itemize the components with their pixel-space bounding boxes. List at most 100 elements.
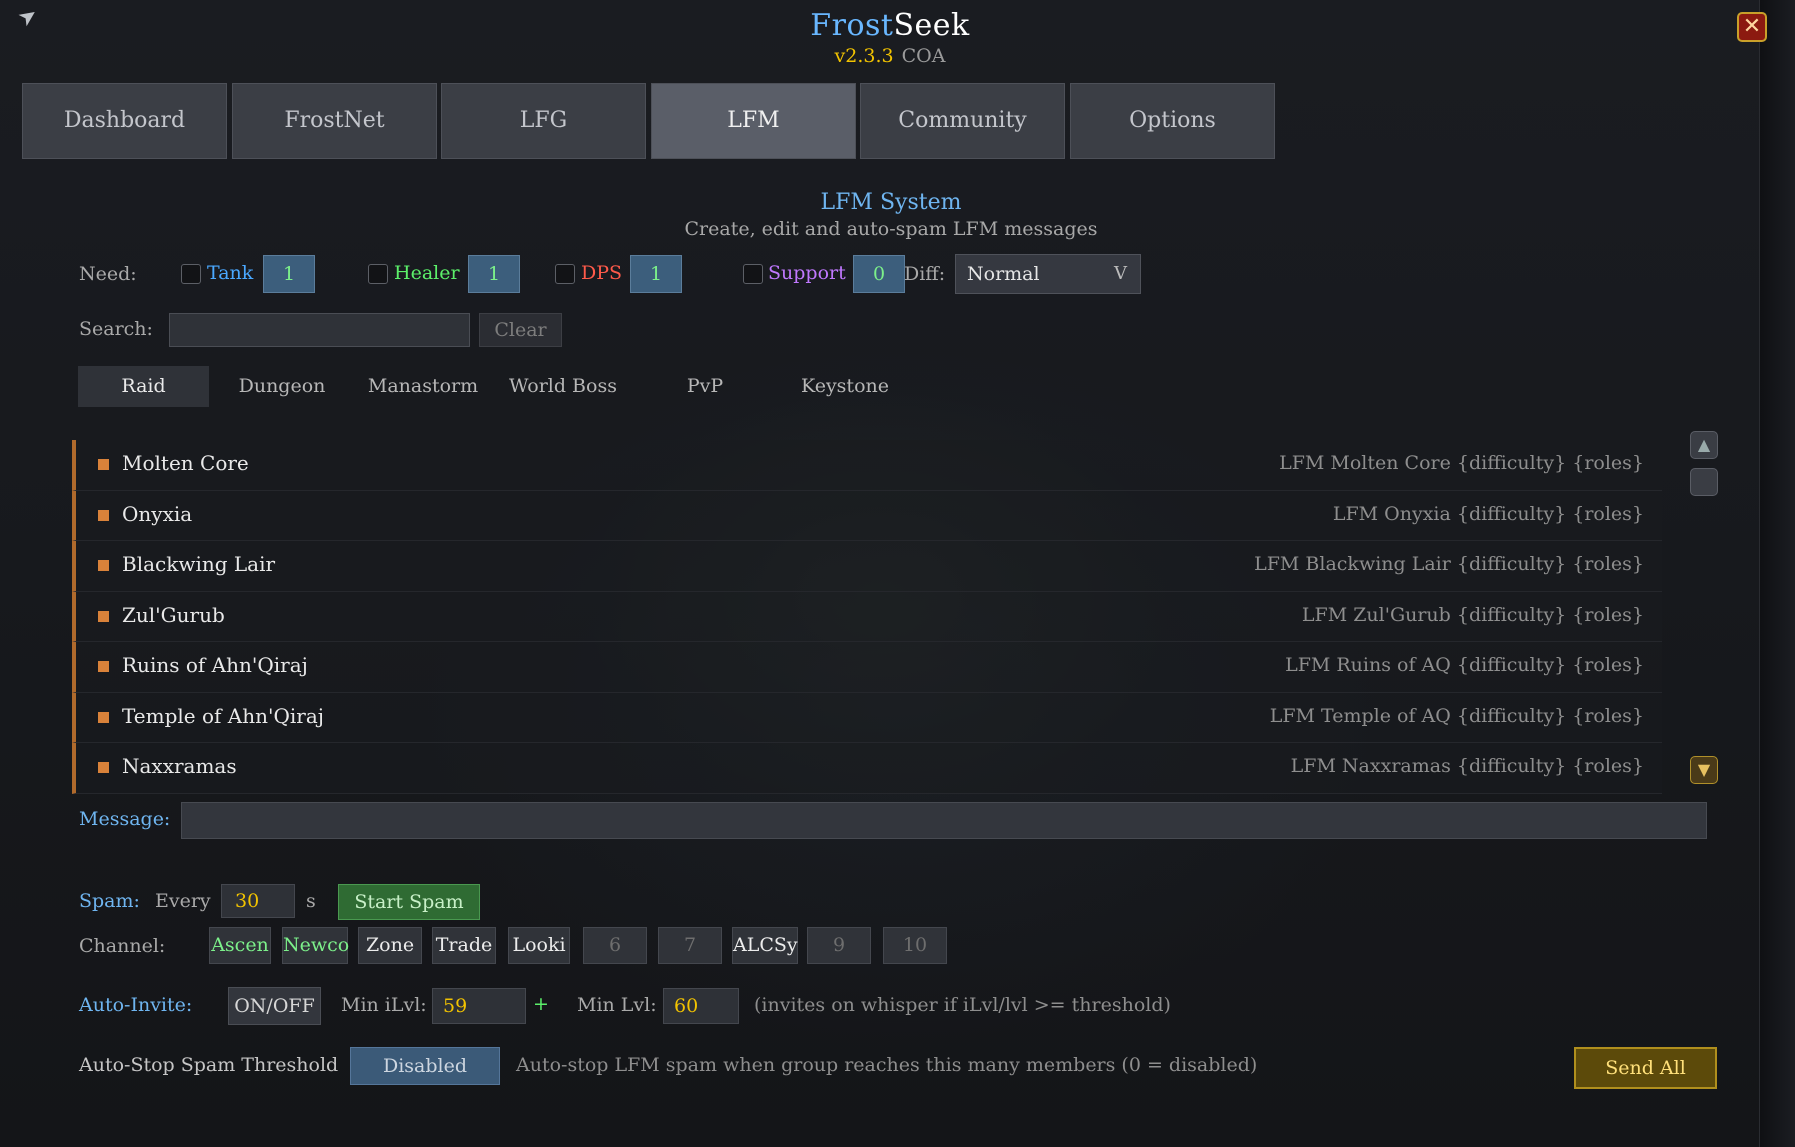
list-item[interactable]: Blackwing Lair LFM Blackwing Lair {diffi…: [72, 541, 1662, 592]
support-label: Support: [768, 262, 846, 284]
channel-toggle-4[interactable]: Trade: [432, 927, 496, 964]
plus-icon: +: [533, 993, 549, 1015]
list-item[interactable]: Onyxia LFM Onyxia {difficulty} {roles}: [72, 490, 1662, 541]
bullet-icon: [98, 610, 109, 622]
tab-options[interactable]: Options: [1070, 83, 1275, 159]
raid-template: LFM Ruins of AQ {difficulty} {roles}: [1285, 654, 1644, 676]
dps-count-input[interactable]: 1: [630, 255, 682, 293]
bullet-icon: [98, 711, 109, 723]
list-item[interactable]: Zul'Gurub LFM Zul'Gurub {difficulty} {ro…: [72, 591, 1662, 642]
list-item[interactable]: Ruins of Ahn'Qiraj LFM Ruins of AQ {diff…: [72, 642, 1662, 693]
right-edge-frame: [1759, 0, 1795, 1147]
channel-toggle-9[interactable]: 9: [807, 927, 871, 964]
channel-toggle-8[interactable]: ALCSy: [732, 927, 798, 964]
list-item[interactable]: Temple of Ahn'Qiraj LFM Temple of AQ {di…: [72, 692, 1662, 743]
raid-name: Molten Core: [122, 451, 249, 475]
message-input[interactable]: [181, 802, 1707, 839]
list-item[interactable]: Molten Core LFM Molten Core {difficulty}…: [72, 440, 1662, 491]
raid-name: Onyxia: [122, 501, 193, 526]
spam-interval-input[interactable]: 30: [221, 884, 295, 918]
dps-checkbox[interactable]: [555, 264, 575, 284]
support-count-input[interactable]: 0: [853, 255, 905, 293]
category-tab-keystone[interactable]: Keystone: [780, 366, 910, 407]
min-ilvl-input[interactable]: 59: [432, 988, 526, 1024]
version-text: v2.3.3: [834, 45, 894, 67]
raid-template: LFM Temple of AQ {difficulty} {roles}: [1269, 704, 1644, 727]
need-label: Need:: [79, 263, 137, 285]
raid-template: LFM Zul'Gurub {difficulty} {roles}: [1301, 603, 1644, 626]
frostseek-window: ➤ FrostSeek v2.3.3 COA ✕ Dashboard FrostN…: [0, 0, 1767, 1147]
realm-text: COA: [901, 45, 946, 67]
tab-community[interactable]: Community: [860, 83, 1065, 159]
scrollbar-thumb[interactable]: [1690, 468, 1718, 496]
spam-label: Spam:: [79, 890, 140, 912]
scroll-up-icon[interactable]: ▲: [1690, 431, 1718, 459]
raid-name: Temple of Ahn'Qiraj: [122, 703, 324, 728]
channel-toggle-10[interactable]: 10: [883, 927, 947, 964]
seconds-unit: s: [306, 890, 316, 912]
tank-label: Tank: [207, 262, 254, 284]
bullet-icon: [98, 762, 109, 773]
raid-name: Blackwing Lair: [122, 552, 276, 576]
healer-label: Healer: [394, 262, 460, 284]
raid-name: Naxxramas: [122, 754, 237, 778]
bullet-icon: [98, 661, 109, 672]
close-button[interactable]: ✕: [1737, 12, 1767, 42]
tab-lfg[interactable]: LFG: [441, 83, 646, 159]
channel-toggle-6[interactable]: 6: [583, 927, 647, 964]
start-spam-button[interactable]: Start Spam: [338, 884, 480, 920]
raid-name: Ruins of Ahn'Qiraj: [122, 653, 308, 677]
search-label: Search:: [79, 318, 153, 340]
scroll-down-icon[interactable]: ▼: [1690, 756, 1718, 784]
tank-count-input[interactable]: 1: [263, 255, 315, 293]
raid-template: LFM Naxxramas {difficulty} {roles}: [1290, 755, 1644, 777]
close-icon: ✕: [1742, 14, 1762, 39]
title-seek: Seek: [893, 8, 970, 43]
auto-invite-toggle[interactable]: ON/OFF: [228, 987, 321, 1025]
auto-invite-hint: (invites on whisper if iLvl/lvl >= thres…: [754, 994, 1171, 1016]
bullet-icon: [98, 509, 109, 521]
section-title: LFM System: [820, 190, 962, 215]
raid-name: Zul'Gurub: [122, 602, 225, 627]
send-all-button[interactable]: Send All: [1574, 1047, 1717, 1089]
message-label: Message:: [79, 808, 171, 830]
channel-toggle-3[interactable]: Zone: [358, 927, 422, 964]
category-tab-dungeon[interactable]: Dungeon: [218, 366, 346, 407]
diff-label: Diff:: [904, 263, 946, 285]
tab-dashboard[interactable]: Dashboard: [22, 83, 227, 159]
channel-toggle-2[interactable]: Newco: [282, 927, 349, 964]
version-line: v2.3.3 COA: [0, 45, 1780, 67]
every-label: Every: [155, 890, 211, 912]
auto-stop-hint: Auto-stop LFM spam when group reaches th…: [516, 1054, 1258, 1076]
difficulty-dropdown[interactable]: Normal V: [955, 254, 1141, 294]
tab-frostnet[interactable]: FrostNet: [232, 83, 437, 159]
channel-label: Channel:: [79, 935, 166, 957]
list-item[interactable]: Naxxramas LFM Naxxramas {difficulty} {ro…: [72, 743, 1662, 794]
search-input[interactable]: [169, 313, 470, 347]
dps-label: DPS: [581, 262, 623, 284]
category-tab-manastorm[interactable]: Manastorm: [358, 366, 488, 407]
category-tab-world-boss[interactable]: World Boss: [498, 366, 628, 407]
bullet-icon: [98, 459, 109, 470]
healer-count-input[interactable]: 1: [468, 255, 520, 293]
raid-template: LFM Blackwing Lair {difficulty} {roles}: [1254, 553, 1644, 575]
category-tab-pvp[interactable]: PvP: [640, 366, 770, 407]
channel-toggle-1[interactable]: Ascen: [209, 927, 271, 964]
section-subtitle: Create, edit and auto-spam LFM messages: [684, 218, 1098, 240]
auto-stop-threshold-button[interactable]: Disabled: [350, 1047, 500, 1085]
min-lvl-input[interactable]: 60: [663, 988, 739, 1024]
tab-lfm[interactable]: LFM: [651, 83, 856, 159]
healer-checkbox[interactable]: [368, 264, 388, 284]
bullet-icon: [98, 560, 109, 571]
tank-checkbox[interactable]: [181, 264, 201, 284]
auto-stop-label: Auto-Stop Spam Threshold: [79, 1054, 339, 1076]
category-tab-raid[interactable]: Raid: [78, 366, 209, 407]
raid-template: LFM Onyxia {difficulty} {roles}: [1332, 502, 1644, 525]
support-checkbox[interactable]: [743, 264, 763, 284]
channel-toggle-5[interactable]: Looki: [508, 927, 570, 964]
difficulty-value: Normal: [967, 263, 1040, 285]
clear-button[interactable]: Clear: [479, 313, 562, 347]
channel-toggle-7[interactable]: 7: [658, 927, 722, 964]
raid-list: Molten Core LFM Molten Core {difficulty}…: [72, 440, 1662, 794]
chevron-down-icon: V: [1114, 263, 1127, 284]
